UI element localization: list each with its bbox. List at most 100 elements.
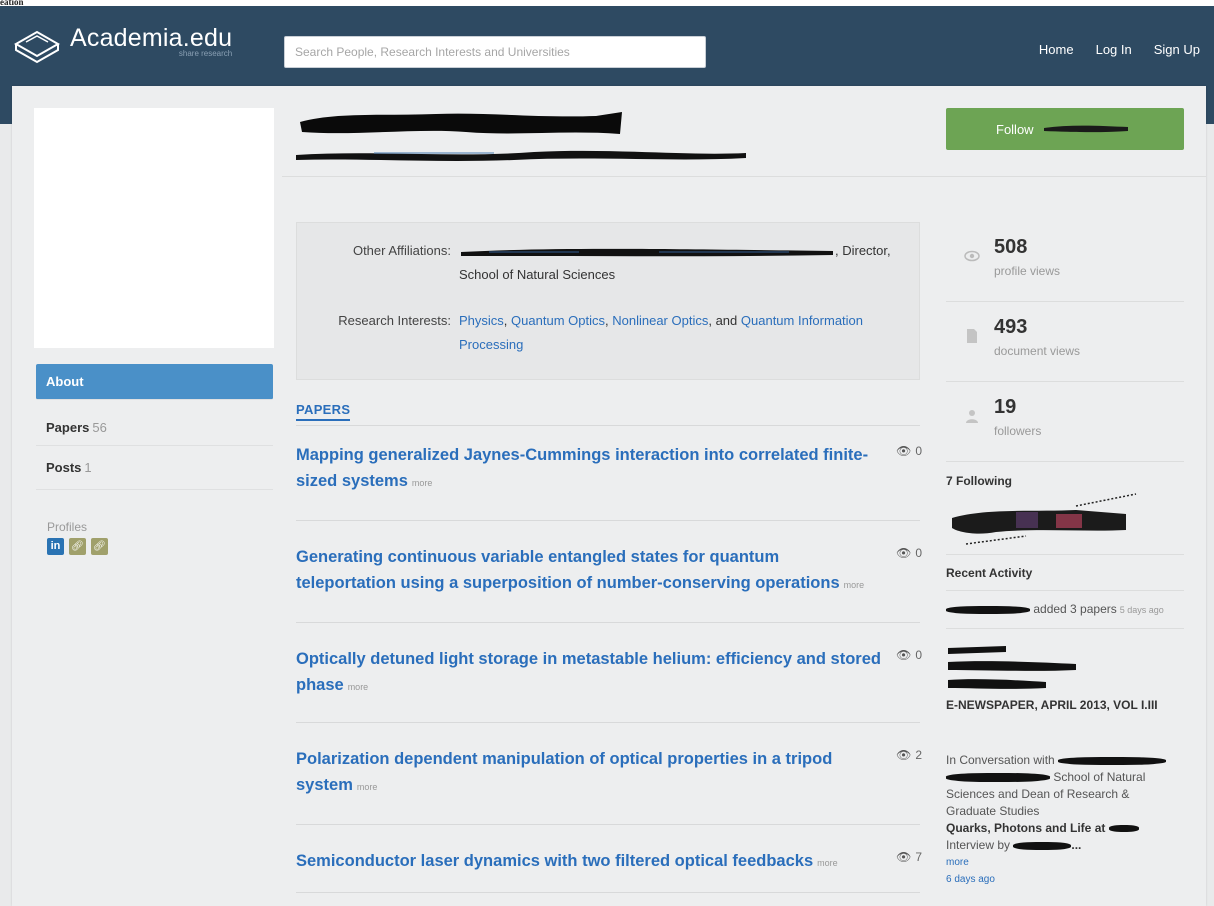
- profile-card: About Papers 56 Posts 1 Profiles in 🔗︎ 🔗︎ …: [12, 86, 1206, 906]
- eye-icon: 👁︎: [896, 850, 912, 864]
- activity-added-text: added 3 papers: [1033, 602, 1117, 616]
- recent-activity-heading: Recent Activity: [946, 566, 1033, 580]
- conv-bold: Quarks, Photons and Life at: [946, 821, 1106, 835]
- stat-profile-views: 508 profile views: [946, 222, 1184, 302]
- follow-name-redacted: [1044, 125, 1128, 133]
- sidenav-papers-label: Papers: [46, 420, 90, 435]
- link-icon[interactable]: 🔗︎: [69, 538, 86, 555]
- research-interests-label: Research Interests:: [338, 313, 451, 328]
- paper-separator: [296, 622, 920, 623]
- stat-label: document views: [994, 344, 1081, 358]
- interest-sep-3: , and: [708, 313, 738, 328]
- paper-item: Semiconductor laser dynamics with two fi…: [296, 848, 922, 876]
- interest-sep-2: ,: [604, 313, 609, 328]
- paper-title-link[interactable]: Generating continuous variable entangled…: [296, 544, 881, 598]
- affiliations-box: Other Affiliations: , Director, School o…: [296, 222, 920, 380]
- paper-title-link[interactable]: Optically detuned light storage in metas…: [296, 646, 881, 700]
- sidenav-item-papers[interactable]: Papers 56: [36, 410, 273, 446]
- following-heading[interactable]: 7 Following: [946, 474, 1012, 488]
- affiliation-tail: , Director,: [835, 243, 891, 258]
- profile-name-redacted: [300, 112, 622, 134]
- linkedin-icon[interactable]: in: [47, 538, 64, 555]
- nav-login-link[interactable]: Log In: [1096, 42, 1132, 57]
- paper-title: Generating continuous variable entangled…: [296, 548, 840, 592]
- following-avatars-redacted[interactable]: [946, 492, 1138, 546]
- sidenav-item-about[interactable]: About: [36, 364, 273, 400]
- paper-views: 👁︎ 0: [896, 648, 922, 662]
- paper-title-link[interactable]: Mapping generalized Jaynes-Cummings inte…: [296, 442, 881, 496]
- conv-interview: Interview by: [946, 838, 1011, 852]
- interest-link-nonlinear-optics[interactable]: Nonlinear Optics: [612, 313, 708, 328]
- paper-title: Optically detuned light storage in metas…: [296, 650, 881, 694]
- paper-separator: [296, 892, 920, 893]
- profile-photo: [34, 108, 274, 348]
- paper-more-link[interactable]: more: [348, 682, 369, 692]
- affiliation-school: School of Natural Sciences: [459, 267, 616, 282]
- conv-interviewer-redacted: [1013, 841, 1072, 850]
- paper-views: 👁︎ 7: [896, 850, 922, 864]
- paper-item: Mapping generalized Jaynes-Cummings inte…: [296, 442, 922, 496]
- conv-more-link[interactable]: more: [946, 854, 1176, 871]
- other-affiliations-label: Other Affiliations:: [352, 243, 451, 258]
- right-divider: [946, 590, 1184, 591]
- conv-person-redacted: [1058, 756, 1167, 765]
- paper-views: 👁︎ 0: [896, 546, 922, 560]
- activity-added-papers: added 3 papers 5 days ago: [946, 602, 1186, 616]
- paper-view-count: 7: [915, 850, 922, 864]
- paper-more-link[interactable]: more: [817, 858, 838, 868]
- stat-document-views: 493 document views: [946, 302, 1184, 382]
- sidenav-item-posts[interactable]: Posts 1: [36, 446, 273, 490]
- stat-label: profile views: [994, 264, 1061, 278]
- conv-name-redacted: [946, 773, 1050, 783]
- stat-followers: 19 followers: [946, 382, 1184, 462]
- sidenav-about-label: About: [46, 374, 84, 389]
- activity-user-redacted: [946, 605, 1030, 614]
- eye-icon: 👁︎: [896, 444, 912, 458]
- paper-title-link[interactable]: Semiconductor laser dynamics with two fi…: [296, 848, 881, 876]
- paper-more-link[interactable]: more: [844, 580, 865, 590]
- document-icon: [967, 329, 977, 343]
- conv-place-redacted: [1108, 825, 1139, 833]
- paper-more-link[interactable]: more: [412, 478, 433, 488]
- paper-more-link[interactable]: more: [357, 782, 378, 792]
- sidenav-papers-count: 56: [92, 420, 107, 435]
- other-affiliations-value: , Director, School of Natural Sciences: [459, 239, 909, 287]
- paper-view-count: 0: [915, 546, 922, 560]
- eye-icon: 👁︎: [896, 546, 912, 560]
- stat-label: followers: [994, 424, 1042, 438]
- profile-links: in 🔗︎ 🔗︎: [47, 538, 108, 555]
- logo[interactable]: Academia.edu share research: [12, 24, 232, 64]
- right-divider: [946, 554, 1184, 555]
- header-divider: [282, 176, 1206, 177]
- activity-conversation: In Conversation with School of Natural S…: [946, 752, 1176, 888]
- conv-ellipsis: ...: [1071, 838, 1082, 852]
- interest-link-physics[interactable]: Physics: [459, 313, 504, 328]
- paper-views: 👁︎ 0: [896, 444, 922, 458]
- stat-number: 493: [994, 316, 1028, 338]
- search-input[interactable]: [284, 36, 706, 68]
- stat-number: 508: [994, 236, 1028, 258]
- conv-prefix: In Conversation with: [946, 753, 1055, 767]
- paper-view-count: 0: [915, 444, 922, 458]
- paper-views: 👁︎ 2: [896, 748, 922, 762]
- top-nav: Home Log In Sign Up: [1039, 42, 1200, 57]
- nav-signup-link[interactable]: Sign Up: [1154, 42, 1200, 57]
- logo-title: Academia.edu: [70, 24, 233, 52]
- paper-title: Mapping generalized Jaynes-Cummings inte…: [296, 446, 869, 490]
- academia-logo-icon: [13, 30, 61, 64]
- right-divider: [946, 628, 1184, 629]
- activity-author-redacted: [948, 646, 1076, 689]
- profiles-label: Profiles: [47, 520, 88, 534]
- nav-home-link[interactable]: Home: [1039, 42, 1074, 57]
- interest-link-quantum-optics[interactable]: Quantum Optics: [511, 313, 605, 328]
- interest-sep-1: ,: [503, 313, 508, 328]
- link-icon[interactable]: 🔗︎: [91, 538, 108, 555]
- papers-divider: [296, 425, 920, 426]
- follow-button-label: Follow: [996, 121, 1034, 137]
- papers-heading[interactable]: PAPERS: [296, 402, 351, 421]
- enewspaper-title[interactable]: E-NEWSPAPER, APRIL 2013, VOL I.III: [946, 696, 1176, 714]
- research-interests-value: Physics, Quantum Optics, Nonlinear Optic…: [459, 309, 879, 357]
- eye-icon: 👁︎: [896, 748, 912, 762]
- paper-title-link[interactable]: Polarization dependent manipulation of o…: [296, 746, 881, 800]
- conv-ago[interactable]: 6 days ago: [946, 871, 1176, 888]
